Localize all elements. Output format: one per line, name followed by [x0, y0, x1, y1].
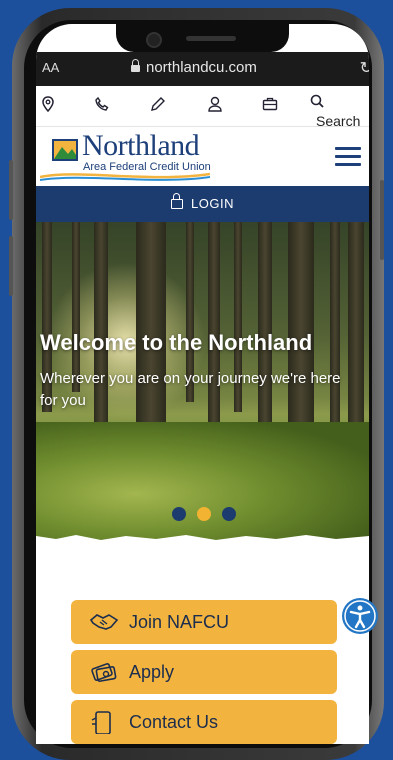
- phone-screen: AA northlandcu.com ↻ Search Northland Ar…: [36, 24, 369, 744]
- join-nafcu-button[interactable]: Join NAFCU: [71, 600, 337, 644]
- url-text[interactable]: northlandcu.com: [131, 59, 257, 76]
- phone-icon: [91, 711, 111, 734]
- hero-title: Welcome to the Northland: [40, 330, 313, 355]
- login-button[interactable]: LOGIN: [36, 186, 369, 222]
- browser-address-bar[interactable]: AA northlandcu.com ↻: [36, 52, 369, 86]
- join-nafcu-label: Join NAFCU: [129, 612, 230, 632]
- reload-icon[interactable]: ↻: [360, 58, 369, 78]
- phone-power-button: [380, 180, 384, 260]
- utility-toolbar: Search: [36, 86, 369, 129]
- accessibility-icon: [344, 600, 376, 632]
- hero-subtitle: Wherever you are on your journey we're h…: [40, 370, 341, 409]
- camera-icon: [146, 32, 162, 48]
- tree-trunk: [72, 222, 80, 392]
- phone-icon[interactable]: [94, 96, 110, 117]
- apply-button[interactable]: Apply: [71, 650, 337, 694]
- login-label: LOGIN: [191, 196, 234, 211]
- url-label: northlandcu.com: [146, 59, 257, 76]
- logo-mark-icon[interactable]: [52, 139, 78, 161]
- search-button[interactable]: Search: [310, 94, 369, 131]
- briefcase-icon[interactable]: [262, 96, 278, 117]
- carousel-dot[interactable]: [172, 507, 186, 521]
- user-icon[interactable]: [208, 96, 222, 117]
- handshake-icon: [89, 614, 119, 630]
- lock-icon: [171, 193, 184, 209]
- menu-button[interactable]: [335, 147, 361, 167]
- money-icon: [91, 663, 117, 682]
- carousel-dot-active[interactable]: [197, 507, 211, 521]
- phone-notch: [116, 24, 289, 52]
- phone-side-button: [9, 236, 13, 296]
- phone-side-button: [9, 160, 13, 220]
- site-header: Northland Area Federal Credit Union: [36, 127, 369, 185]
- accessibility-button[interactable]: [342, 598, 378, 634]
- contact-us-label: Contact Us: [129, 712, 219, 732]
- speaker-grille: [186, 36, 236, 41]
- menu-bar: [335, 155, 361, 158]
- menu-bar: [335, 163, 361, 166]
- text-size-button[interactable]: AA: [42, 60, 59, 75]
- logo-name[interactable]: Northland: [82, 129, 200, 163]
- quick-actions: Join NAFCU Apply Contact Us: [36, 544, 369, 744]
- hero-carousel: Welcome to the Northland Wherever you ar…: [36, 222, 369, 542]
- carousel-dot[interactable]: [222, 507, 236, 521]
- search-icon: [310, 94, 324, 108]
- lock-icon: [131, 59, 140, 72]
- pencil-icon[interactable]: [150, 96, 166, 117]
- carousel-indicators: [172, 507, 247, 526]
- menu-bar: [335, 147, 361, 150]
- logo-swoosh: [40, 172, 210, 181]
- tree-trunk: [348, 222, 364, 452]
- contact-us-button[interactable]: Contact Us: [71, 700, 337, 744]
- location-icon[interactable]: [42, 96, 54, 117]
- apply-label: Apply: [129, 662, 175, 682]
